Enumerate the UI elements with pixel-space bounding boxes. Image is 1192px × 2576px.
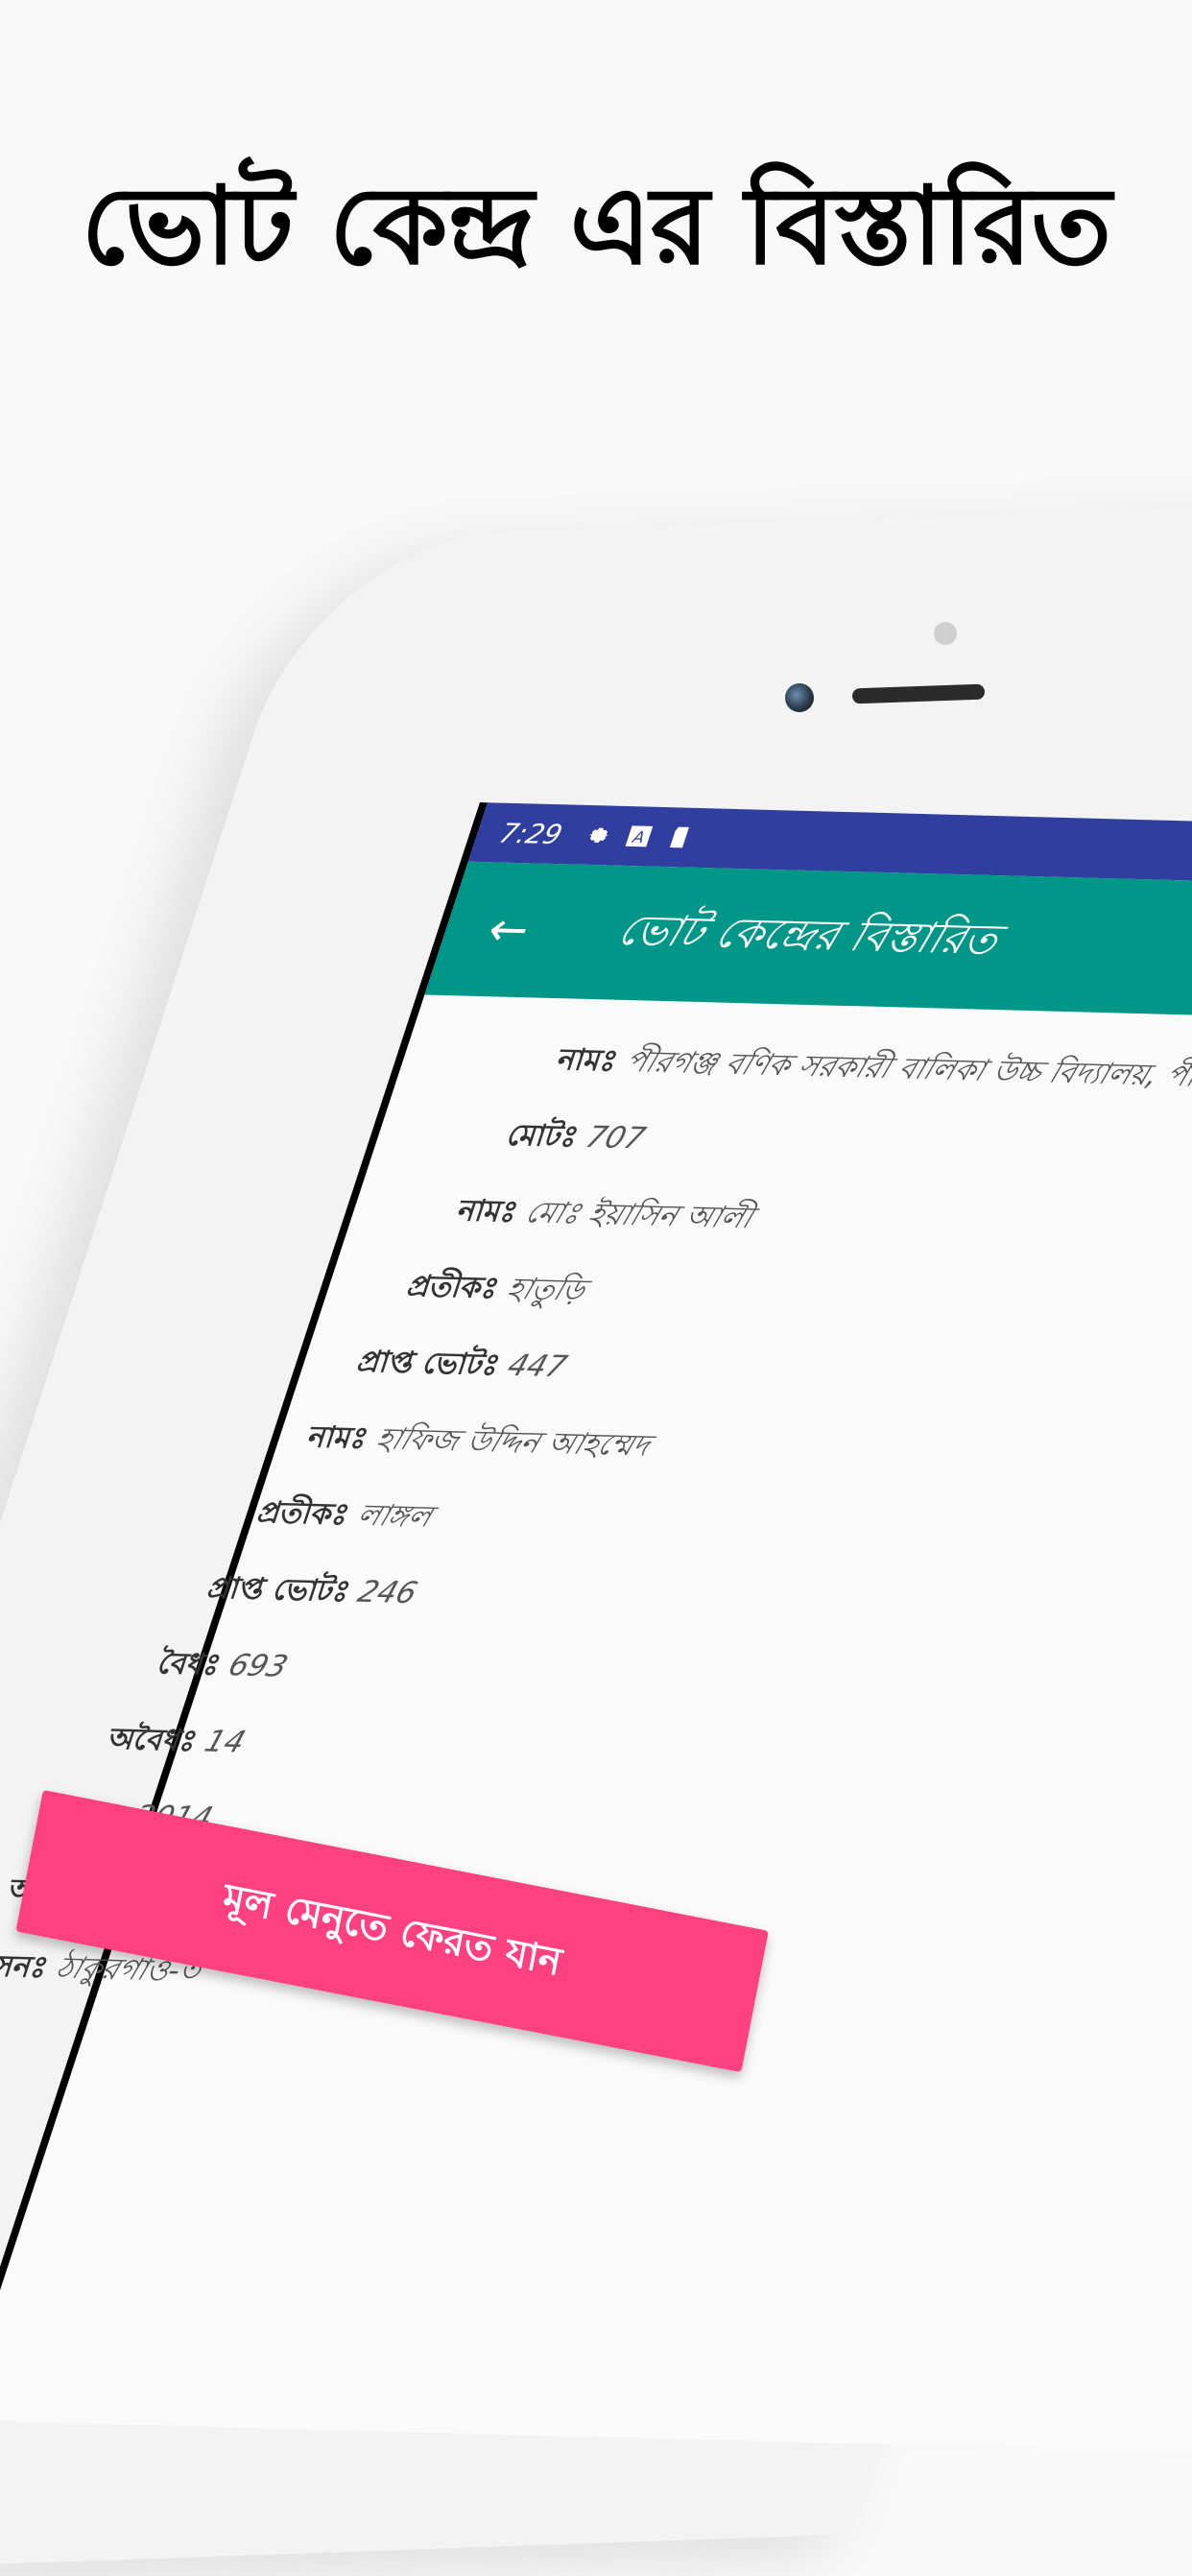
- camera-icon: [785, 683, 814, 712]
- detail-label: প্রাপ্ত ভোটঃ: [203, 1570, 355, 1610]
- detail-row: প্রতীকঃহাতুড়ি: [399, 1263, 1192, 1343]
- detail-row: প্রতীকঃলাঙ্গল: [250, 1490, 1192, 1571]
- detail-row: মোটঃ707: [499, 1112, 1192, 1191]
- text-a-icon: A: [625, 825, 654, 847]
- detail-label: নামঃ: [302, 1419, 373, 1456]
- toolbar-title: ভোট কেন্দ্রের বিস্তারিত: [611, 905, 1006, 965]
- detail-label: নামঃ: [452, 1193, 523, 1229]
- detail-row: প্রাপ্ত ভোটঃ246: [201, 1565, 1192, 1648]
- detail-value: 14: [200, 1724, 250, 1760]
- back-arrow-icon[interactable]: ←: [457, 902, 560, 958]
- detail-value: হাতুড়ি: [502, 1271, 590, 1308]
- detail-label: অবৈধঃ: [103, 1722, 203, 1759]
- detail-label: প্রতীকঃ: [402, 1269, 504, 1306]
- detail-value: 447: [503, 1348, 572, 1385]
- detail-row: নামঃমোঃ ইয়াসিন আলী: [449, 1188, 1192, 1268]
- detail-label: নামঃ: [552, 1042, 623, 1079]
- detail-label: মোটঃ: [502, 1117, 584, 1155]
- detail-value: মোঃ ইয়াসিন আলী: [520, 1195, 758, 1236]
- sd-card-icon: [669, 826, 689, 848]
- detail-value: হাফিজ উদ্দিন আহম্মেদ: [370, 1421, 655, 1464]
- detail-value: 693: [224, 1648, 293, 1684]
- detail-label: বৈধঃ: [153, 1646, 226, 1682]
- sensor-icon: [934, 622, 957, 645]
- detail-value: 707: [581, 1120, 650, 1157]
- detail-row: অবৈধঃ14: [101, 1716, 1192, 1801]
- status-icons: A: [583, 823, 696, 850]
- settings-icon: [589, 827, 608, 843]
- detail-value: 246: [353, 1574, 422, 1611]
- detail-value: লাঙ্গল: [352, 1497, 437, 1535]
- detail-label: প্রাপ্ত ভোটঃ: [352, 1344, 505, 1383]
- detail-label: আসনঃ: [0, 1947, 54, 1986]
- status-time: 7:29: [495, 817, 567, 850]
- detail-row: বৈধঃ693: [151, 1640, 1192, 1724]
- detail-row: প্রাপ্ত ভোটঃ447: [349, 1339, 1192, 1419]
- detail-row: নামঃহাফিজ উদ্দিন আহম্মেদ: [300, 1415, 1192, 1496]
- promo-headline: ভোট কেন্দ্র এর বিস্তারিত: [81, 164, 1112, 289]
- detail-value: পীরগঞ্জ বণিক সরকারী বালিকা উচ্চ বিদ্যালয…: [620, 1044, 1192, 1096]
- detail-label: প্রতীকঃ: [252, 1495, 354, 1533]
- detail-row: নামঃপীরগঞ্জ বণিক সরকারী বালিকা উচ্চ বিদ্…: [549, 1037, 1192, 1114]
